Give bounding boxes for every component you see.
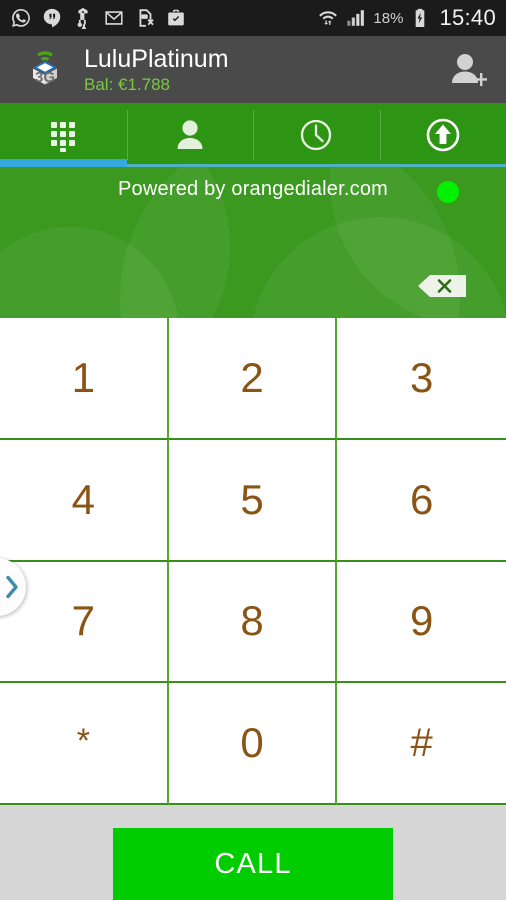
key-2[interactable]: 2 <box>168 318 338 440</box>
app-header: 3G LuluPlatinum Bal: €1.788 <box>0 36 506 103</box>
key-1[interactable]: 1 <box>0 318 169 440</box>
connection-status-dot <box>437 181 459 203</box>
add-contact-icon <box>452 53 487 86</box>
tab-dialpad[interactable] <box>0 103 127 167</box>
chevron-right-icon <box>6 575 18 599</box>
footer-bar: CALL <box>0 805 506 900</box>
account-info: LuluPlatinum Bal: €1.788 <box>84 45 444 95</box>
tab-history[interactable] <box>253 103 380 167</box>
status-bar-system: 18% 15:40 <box>317 5 496 31</box>
tab-topup[interactable] <box>379 103 506 167</box>
tab-bar <box>0 103 506 167</box>
battery-percent-label: 18% <box>373 9 404 27</box>
backspace-button[interactable] <box>417 274 467 298</box>
dialer-app-screen: 18% 15:40 3G LuluPlatinum Bal: €1.788 Po… <box>0 0 506 900</box>
key-3[interactable]: 3 <box>337 318 506 440</box>
hangouts-icon <box>43 8 61 28</box>
status-bar-clock: 15:40 <box>439 5 496 30</box>
key-star[interactable]: * <box>0 683 169 805</box>
contacts-icon <box>177 120 203 149</box>
key-9[interactable]: 9 <box>337 561 506 684</box>
whatsapp-icon <box>12 9 30 27</box>
usb-icon <box>77 7 88 29</box>
svg-text:3G: 3G <box>35 69 55 86</box>
arrow-up-circle-icon <box>426 118 460 152</box>
status-bar: 18% 15:40 <box>0 0 506 36</box>
key-6[interactable]: 6 <box>337 439 506 562</box>
work-briefcase-icon <box>168 9 184 26</box>
key-8[interactable]: 8 <box>168 561 338 684</box>
sim-removed-icon <box>139 9 154 27</box>
3g-logo-icon: 3G <box>22 47 68 93</box>
key-5[interactable]: 5 <box>168 439 338 562</box>
tab-contacts[interactable] <box>126 103 254 167</box>
key-4[interactable]: 4 <box>0 439 169 562</box>
clock-icon <box>301 119 332 151</box>
add-contact-button[interactable] <box>444 50 490 90</box>
key-0[interactable]: 0 <box>168 683 338 805</box>
dialpad-icon <box>51 122 76 152</box>
account-name: LuluPlatinum <box>84 44 229 73</box>
backspace-icon <box>418 275 466 297</box>
cell-signal-icon <box>347 10 365 26</box>
key-hash[interactable]: # <box>337 683 506 805</box>
call-button[interactable]: CALL <box>113 828 393 900</box>
account-balance: Bal: €1.788 <box>84 74 171 94</box>
battery-charging-icon <box>416 8 425 27</box>
gmail-icon <box>105 11 123 25</box>
dialpad-keypad: 1 2 3 4 5 6 7 8 9 * 0 # <box>0 318 506 805</box>
wifi-transfer-icon <box>319 11 338 25</box>
status-bar-notifications <box>10 7 317 29</box>
